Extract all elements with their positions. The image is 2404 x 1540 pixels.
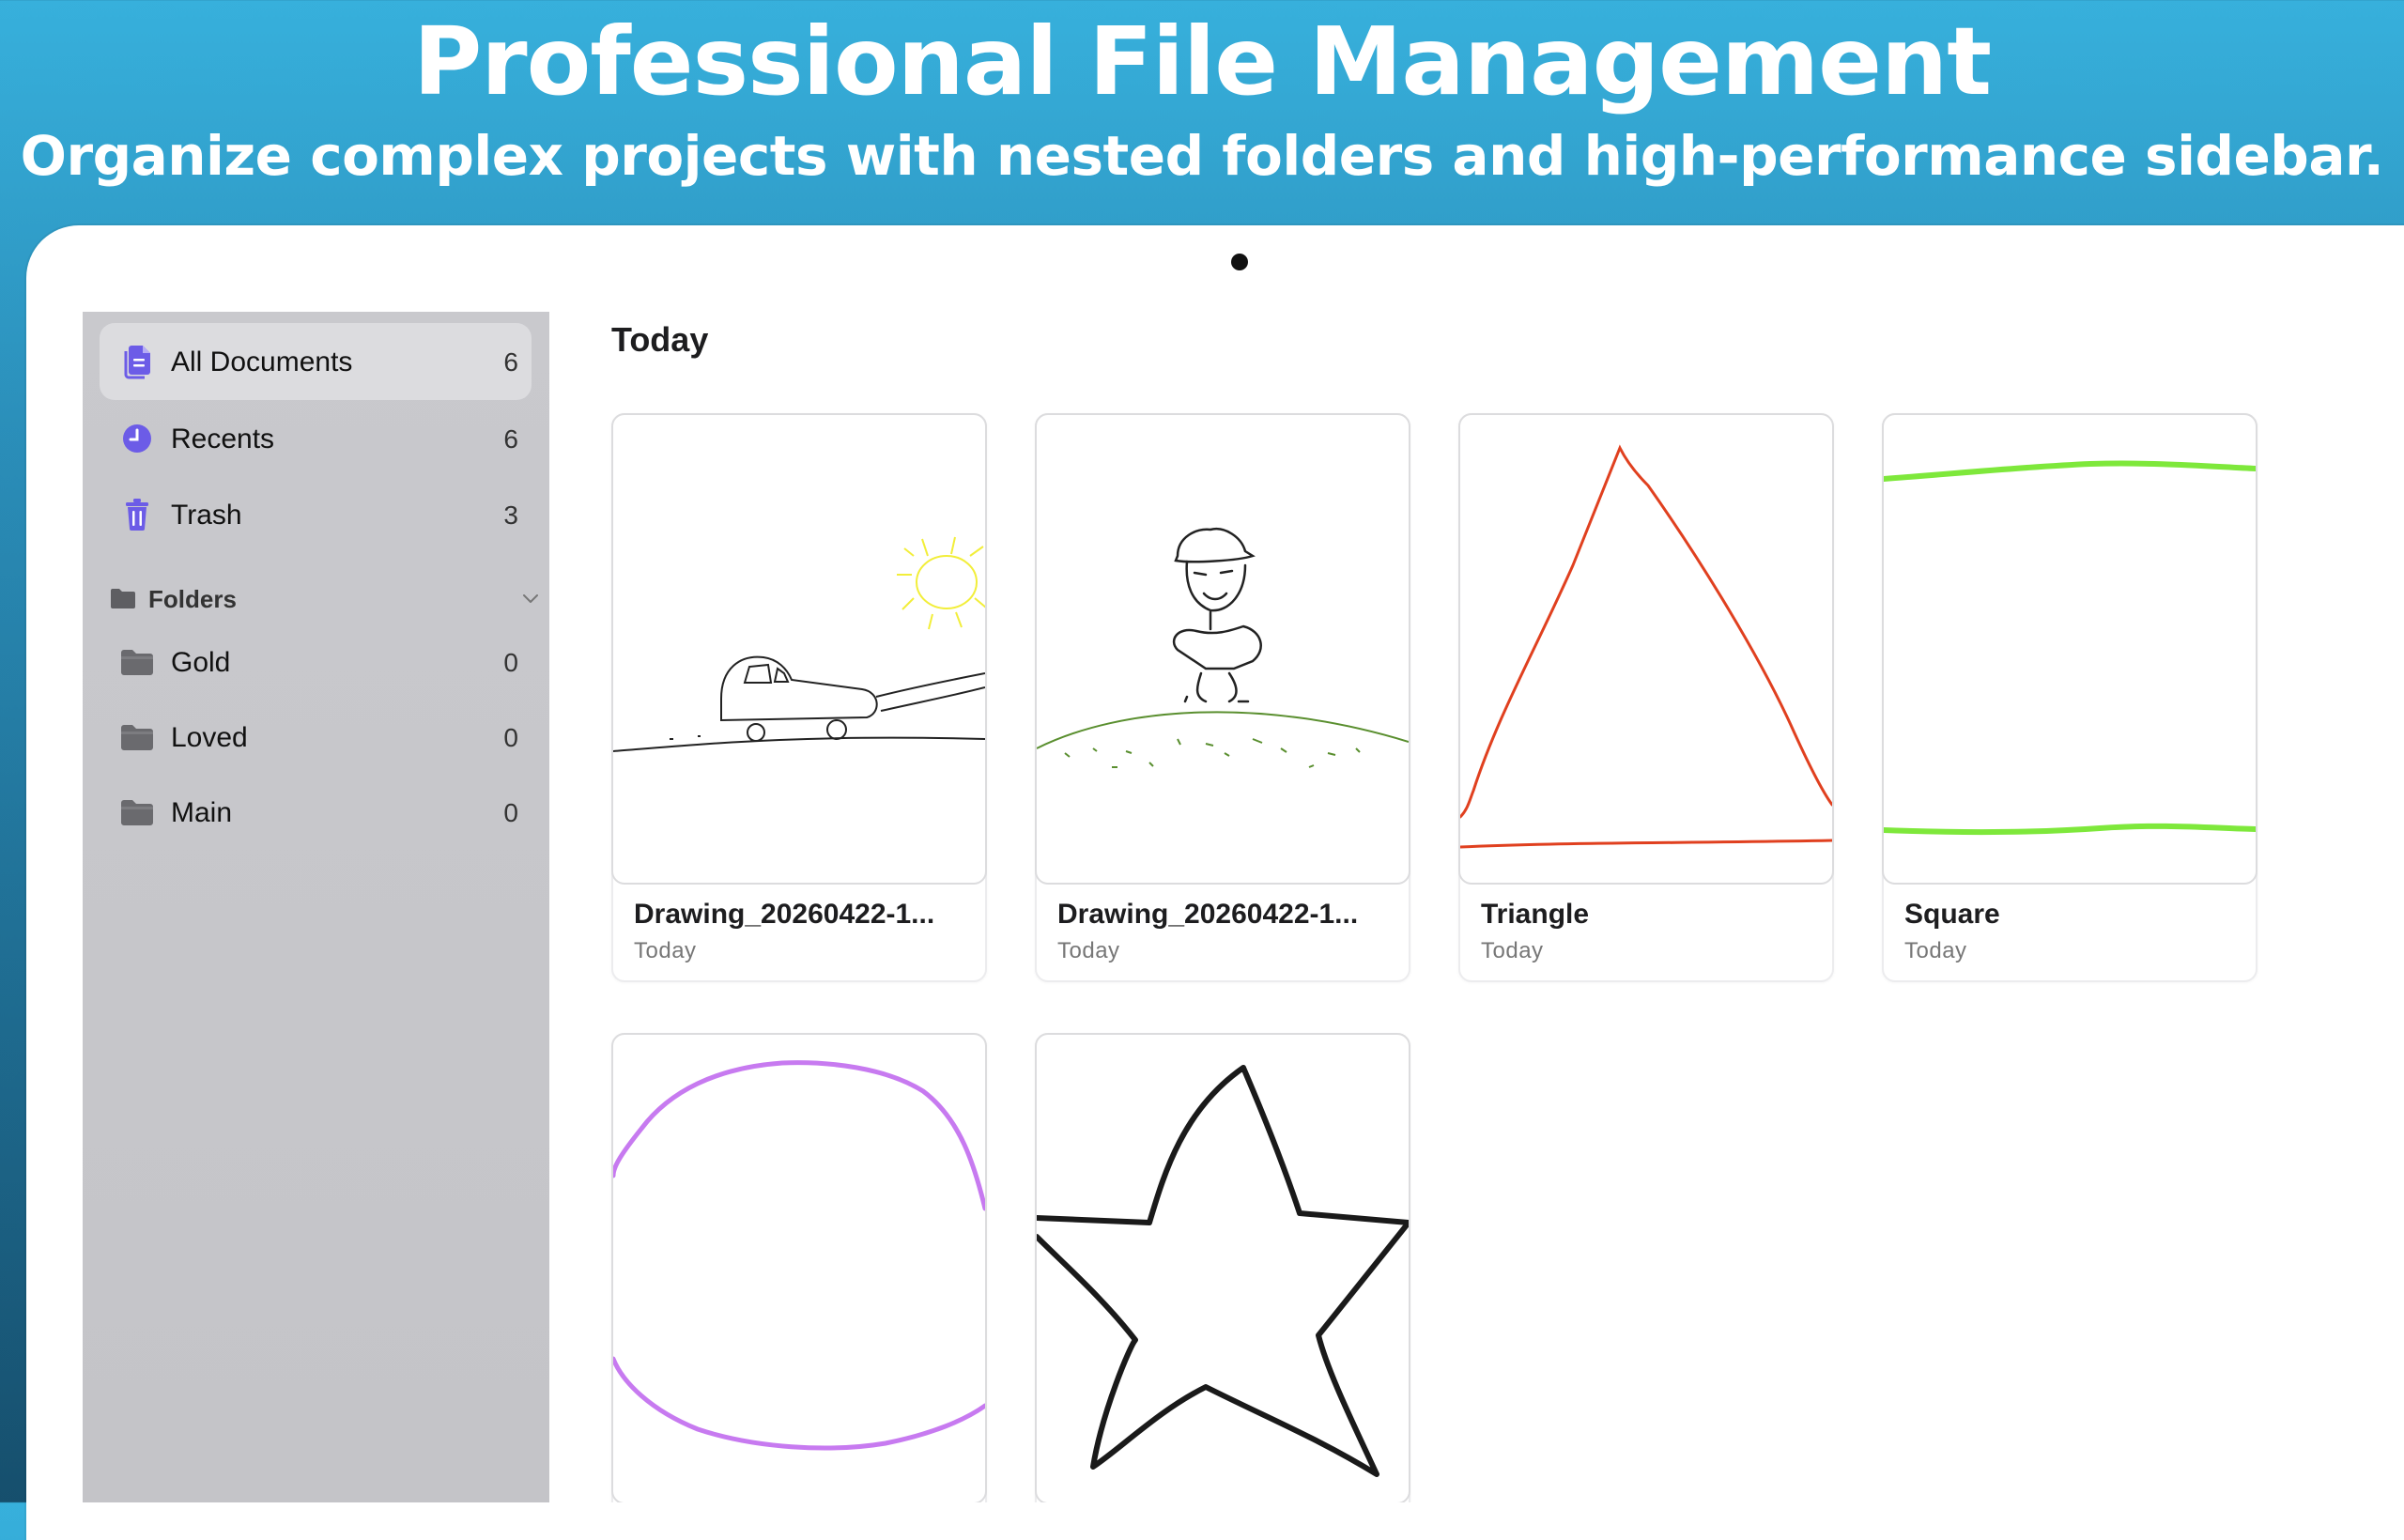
document-date: Today: [1481, 938, 1544, 963]
document-thumbnail[interactable]: [1035, 413, 1410, 885]
sidebar-item-count: 0: [503, 798, 518, 827]
sidebar-item-count: 0: [503, 723, 518, 752]
folder-icon: [111, 589, 135, 608]
document-card[interactable]: Drawing_20260422-1... Today: [611, 413, 987, 982]
sidebar-item-label: Loved: [171, 722, 248, 753]
star-drawing-thumbnail: [1037, 1065, 1409, 1477]
document-card[interactable]: [611, 1033, 987, 1502]
sidebar-item-label: Main: [171, 797, 233, 828]
camera-dot: [1231, 254, 1248, 270]
folder-icon: [121, 650, 153, 675]
document-card[interactable]: Square Today: [1882, 413, 2258, 982]
square-drawing-thumbnail: [1884, 460, 2256, 836]
document-name: Drawing_20260422-1...: [1057, 899, 1359, 930]
trash-icon: [126, 499, 148, 531]
section-title-today: Today: [611, 320, 709, 359]
hero-subtitle: Organize complex projects with nested fo…: [20, 124, 2384, 188]
sidebar-item-folder-loved[interactable]: Loved 0: [100, 699, 532, 776]
document-date: Today: [1904, 938, 1967, 963]
document-thumbnail[interactable]: [611, 1033, 987, 1502]
person-drawing-thumbnail: [1037, 527, 1409, 768]
document-date: Today: [634, 938, 697, 963]
circle-drawing-thumbnail: [613, 1060, 985, 1451]
document-thumbnail[interactable]: [1458, 413, 1834, 885]
document-thumbnail[interactable]: [611, 413, 987, 885]
folders-section-header[interactable]: Folders: [109, 577, 541, 624]
sidebar-item-folder-gold[interactable]: Gold 0: [100, 624, 532, 701]
document-card[interactable]: Drawing_20260422-1... Today: [1035, 413, 1410, 982]
sidebar-item-trash[interactable]: Trash 3: [100, 476, 532, 553]
sidebar-item-count: 3: [503, 500, 518, 530]
document-name: Square: [1904, 899, 2000, 930]
sidebar-item-label: Gold: [171, 647, 231, 678]
hero-title: Professional File Management: [412, 7, 1992, 116]
sidebar-item-label: All Documents: [171, 346, 353, 377]
app-window: All Documents 6 Recents 6 Trash 3 Folder…: [83, 312, 2404, 1502]
sidebar-item-recents[interactable]: Recents 6: [100, 400, 532, 477]
clock-icon: [123, 424, 151, 453]
folder-icon: [121, 725, 153, 750]
sidebar-item-label: Trash: [171, 500, 242, 531]
document-thumbnail[interactable]: [1882, 413, 2258, 885]
sidebar-item-count: 6: [503, 424, 518, 454]
sidebar: All Documents 6 Recents 6 Trash 3 Folder…: [83, 312, 549, 1502]
documents-icon: [124, 346, 150, 379]
sidebar-item-all-documents[interactable]: All Documents 6: [100, 323, 532, 400]
car-drawing-thumbnail: [613, 536, 985, 752]
document-card[interactable]: Triangle Today: [1458, 413, 1834, 982]
document-thumbnail[interactable]: [1035, 1033, 1410, 1502]
sidebar-item-count: 0: [503, 648, 518, 677]
document-name: Triangle: [1481, 899, 1590, 930]
sidebar-item-folder-main[interactable]: Main 0: [100, 774, 532, 851]
chevron-down-icon[interactable]: [520, 588, 541, 608]
document-card[interactable]: [1035, 1033, 1410, 1502]
sidebar-item-label: Recents: [171, 424, 275, 454]
folders-section-label: Folders: [148, 585, 237, 613]
folder-icon: [121, 800, 153, 825]
document-date: Today: [1057, 938, 1120, 963]
sidebar-item-count: 6: [503, 347, 518, 377]
document-name: Drawing_20260422-1...: [634, 899, 935, 930]
triangle-drawing-thumbnail: [1460, 444, 1832, 849]
document-grid-area: Today Drawing_20260422-1... Today Drawin…: [549, 312, 2404, 1502]
